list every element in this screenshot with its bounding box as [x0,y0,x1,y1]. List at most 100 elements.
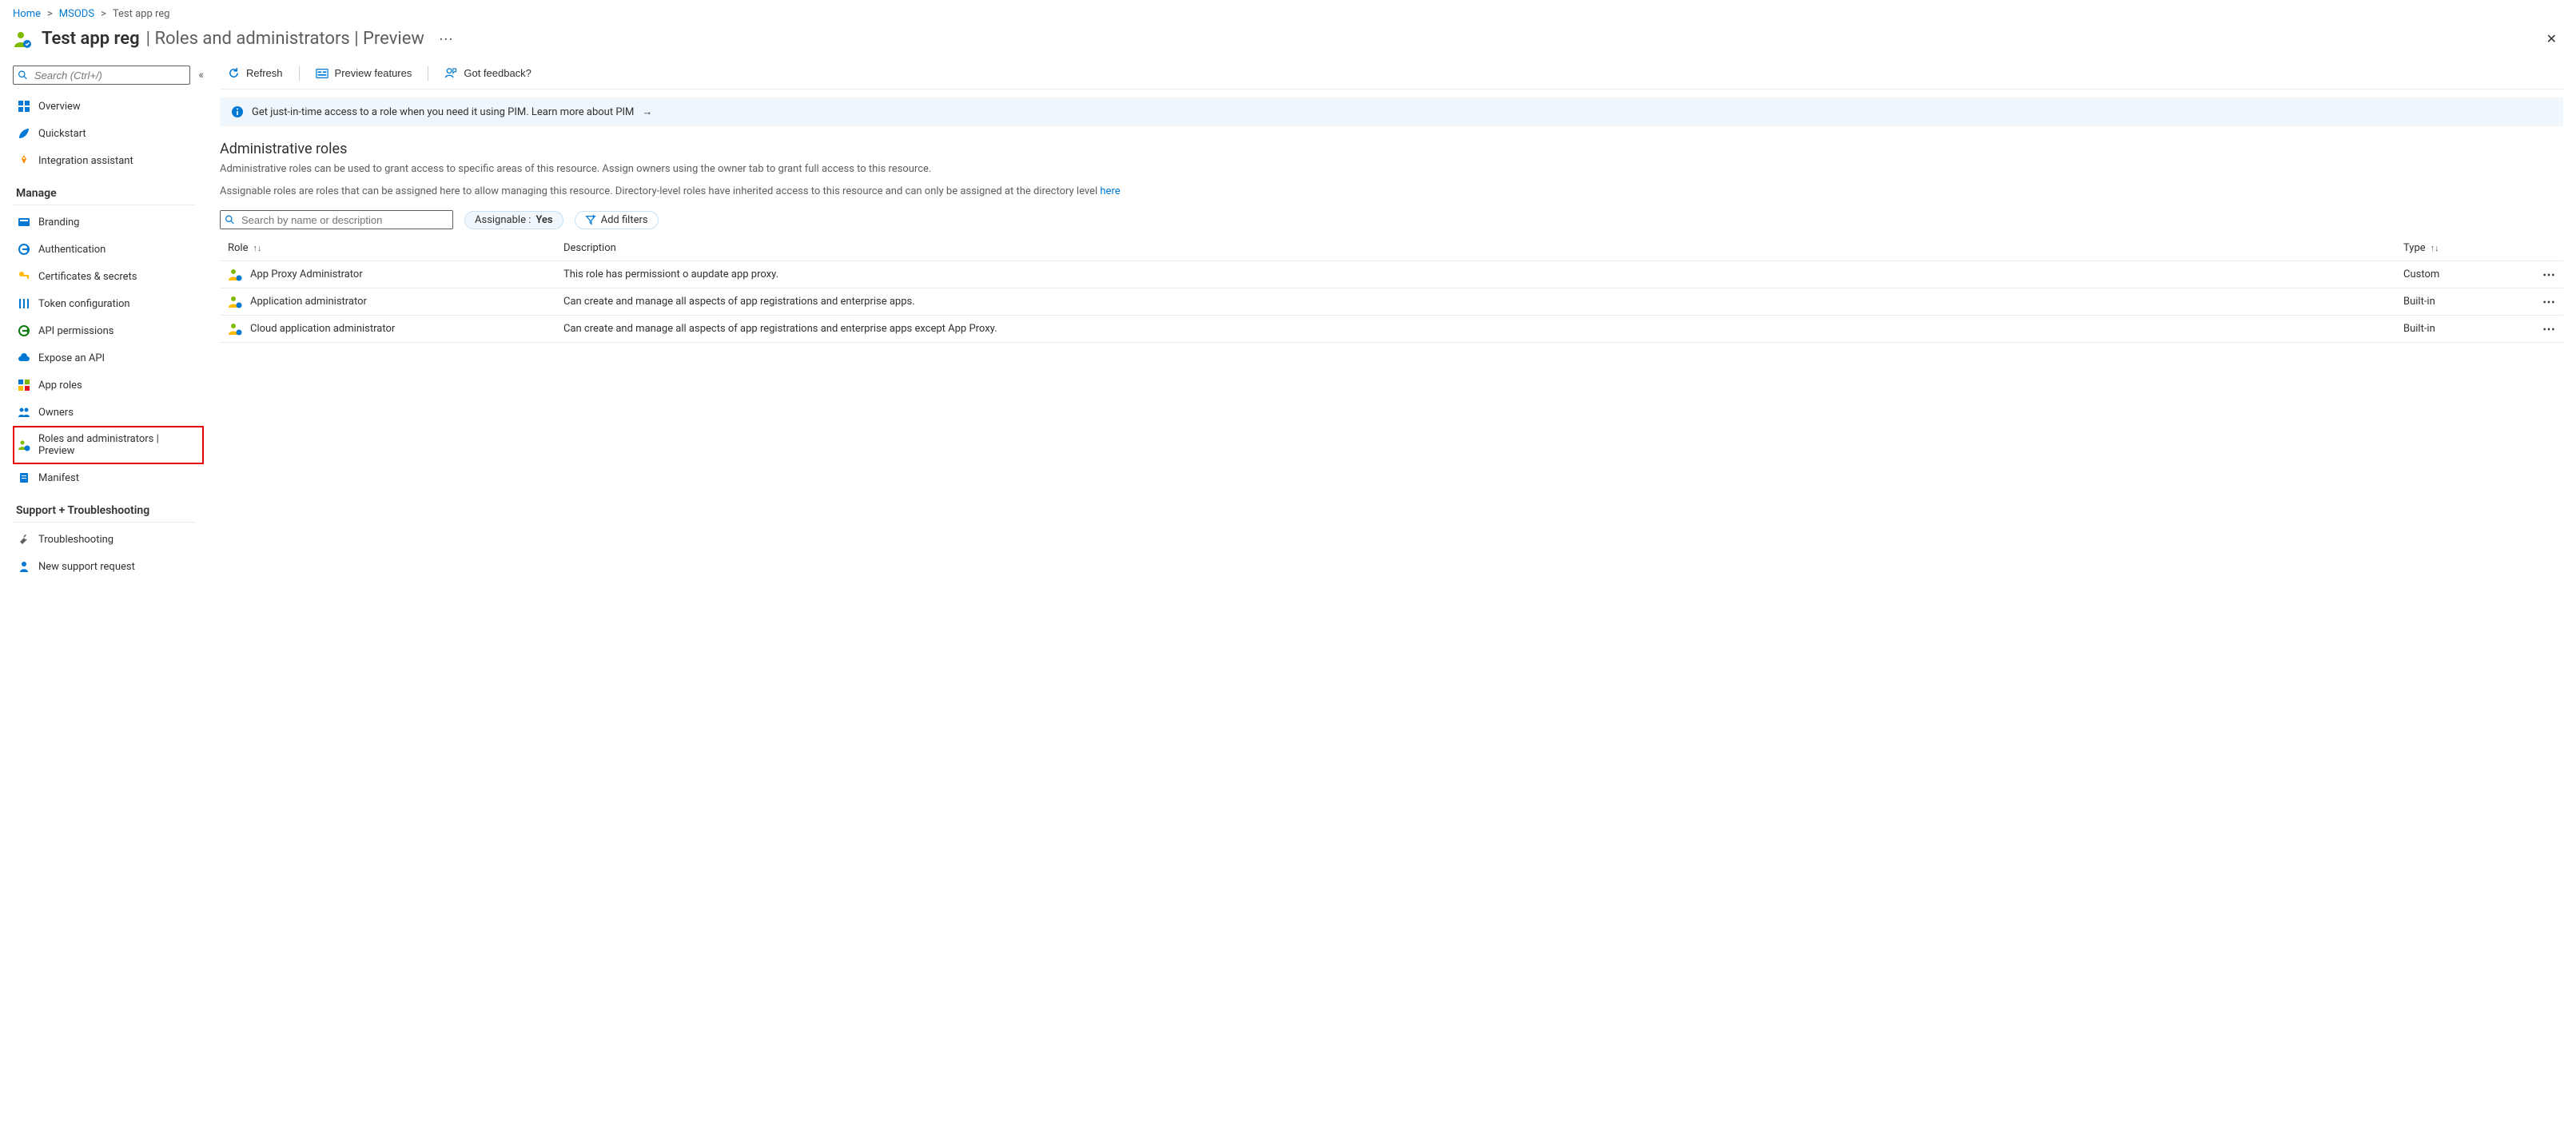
chevron-right-icon: > [47,8,53,20]
section-title: Administrative roles [220,141,2563,157]
sidebar-item-api-permissions[interactable]: API permissions [13,317,204,344]
quickstart-icon [18,127,30,140]
sidebar-item-authentication[interactable]: Authentication [13,236,204,263]
sidebar-item-manifest[interactable]: Manifest [13,464,204,491]
sidebar-item-expose-api[interactable]: Expose an API [13,344,204,372]
cell-description: Can create and manage all aspects of app… [563,296,2403,308]
column-type[interactable]: Type ↑↓ [2403,242,2523,254]
cell-role: Cloud application administrator [228,322,563,336]
api-permissions-icon [18,324,30,337]
role-name: App Proxy Administrator [250,268,363,280]
authentication-icon [18,243,30,256]
sidebar-item-label: New support request [38,561,135,573]
role-search-input[interactable] [220,210,453,229]
cell-type: Custom [2403,268,2523,280]
assignable-label: Assignable : [475,214,531,226]
role-name: Cloud application administrator [250,323,395,335]
assignable-filter-pill[interactable]: Assignable : Yes [464,211,563,229]
sidebar-item-label: Expose an API [38,352,105,364]
refresh-button[interactable]: Refresh [220,64,291,82]
info-banner-text: Get just-in-time access to a role when y… [252,106,634,118]
support-icon [18,560,30,573]
chevron-right-icon: > [101,8,106,20]
table-row[interactable]: App Proxy Administrator This role has per… [220,261,2563,288]
filter-icon [585,214,596,225]
sidebar-item-certificates[interactable]: Certificates & secrets [13,263,204,290]
role-icon [228,295,242,309]
cell-role: App Proxy Administrator [228,268,563,282]
row-more-icon[interactable]: ⋯ [2523,321,2555,336]
key-icon [18,270,30,283]
sidebar-item-overview[interactable]: Overview [13,93,204,120]
role-icon [228,322,242,336]
here-link[interactable]: here [1100,185,1120,197]
preview-features-icon [316,68,328,79]
breadcrumb-msods[interactable]: MSODS [59,8,94,20]
page-title: Test app reg | Roles and administrators … [42,29,461,49]
role-name: Application administrator [250,296,367,308]
app-registration-icon [13,30,32,49]
owners-icon [18,406,30,419]
cell-type: Built-in [2403,323,2523,335]
row-more-icon[interactable]: ⋯ [2523,267,2555,282]
sidebar-item-troubleshooting[interactable]: Troubleshooting [13,526,204,553]
roles-icon [18,439,30,451]
row-more-icon[interactable]: ⋯ [2523,294,2555,309]
sidebar-item-label: Overview [38,101,81,113]
table-row[interactable]: Cloud application administrator Can creat… [220,316,2563,343]
column-description[interactable]: Description [563,242,2403,254]
sidebar-item-owners[interactable]: Owners [13,399,204,426]
sidebar-item-app-roles[interactable]: App roles [13,372,204,399]
arrow-right-icon: → [642,105,652,118]
sidebar-item-integration-assistant[interactable]: Integration assistant [13,147,204,174]
breadcrumb-home[interactable]: Home [13,8,41,20]
feedback-icon [444,67,457,79]
cell-description: This role has permissiont o aupdate app … [563,268,2403,280]
got-feedback-button[interactable]: Got feedback? [436,64,539,82]
sidebar: « Overview Quickstart Integration assist… [0,58,204,588]
token-icon [18,297,30,310]
cell-role: Application administrator [228,295,563,309]
cell-description: Can create and manage all aspects of app… [563,323,2403,335]
add-filters-button[interactable]: Add filters [575,211,659,229]
sidebar-item-label: Quickstart [38,128,86,140]
role-search [220,210,453,229]
sidebar-item-new-support-request[interactable]: New support request [13,553,204,580]
collapse-sidebar-icon[interactable]: « [198,69,204,81]
search-icon [225,215,235,225]
page-header: Test app reg | Roles and administrators … [0,22,2576,58]
sidebar-item-quickstart[interactable]: Quickstart [13,120,204,147]
info-banner[interactable]: Get just-in-time access to a role when y… [220,97,2563,126]
sort-icon: ↑↓ [253,243,261,253]
roles-table: Role ↑↓ Description Type ↑↓ App Proxy Ad… [220,236,2563,343]
sidebar-item-label: Owners [38,407,74,419]
sidebar-item-label: Branding [38,217,79,229]
refresh-icon [228,67,240,79]
section-desc-2: Assignable roles are roles that can be a… [220,185,2563,199]
column-role[interactable]: Role ↑↓ [228,242,563,254]
sidebar-item-token-configuration[interactable]: Token configuration [13,290,204,317]
table-row[interactable]: Application administrator Can create and … [220,288,2563,316]
app-roles-icon [18,379,30,392]
sidebar-item-roles-and-administrators[interactable]: Roles and administrators | Preview [13,426,204,464]
sidebar-item-label: Integration assistant [38,155,133,167]
preview-features-button[interactable]: Preview features [308,64,420,82]
main-content: Refresh Preview features Got feedback? [204,58,2576,588]
sidebar-item-label: Token configuration [38,298,130,310]
add-filters-label: Add filters [601,214,648,226]
breadcrumb-current: Test app reg [113,8,170,20]
sidebar-item-branding[interactable]: Branding [13,209,204,236]
sidebar-search [13,66,190,85]
section-desc-1: Administrative roles can be used to gran… [220,162,2563,177]
close-icon[interactable]: ✕ [2540,26,2563,51]
filter-row: Assignable : Yes Add filters [220,210,2563,229]
sidebar-section-manage: Manage [13,174,196,205]
sidebar-item-label: Roles and administrators | Preview [38,433,197,457]
rocket-icon [18,154,30,167]
sidebar-item-label: App roles [38,380,82,392]
wrench-icon [18,533,30,546]
sidebar-search-input[interactable] [13,66,190,85]
more-icon[interactable]: ⋯ [431,31,461,48]
got-feedback-label: Got feedback? [464,67,532,79]
sidebar-item-label: Manifest [38,472,79,484]
